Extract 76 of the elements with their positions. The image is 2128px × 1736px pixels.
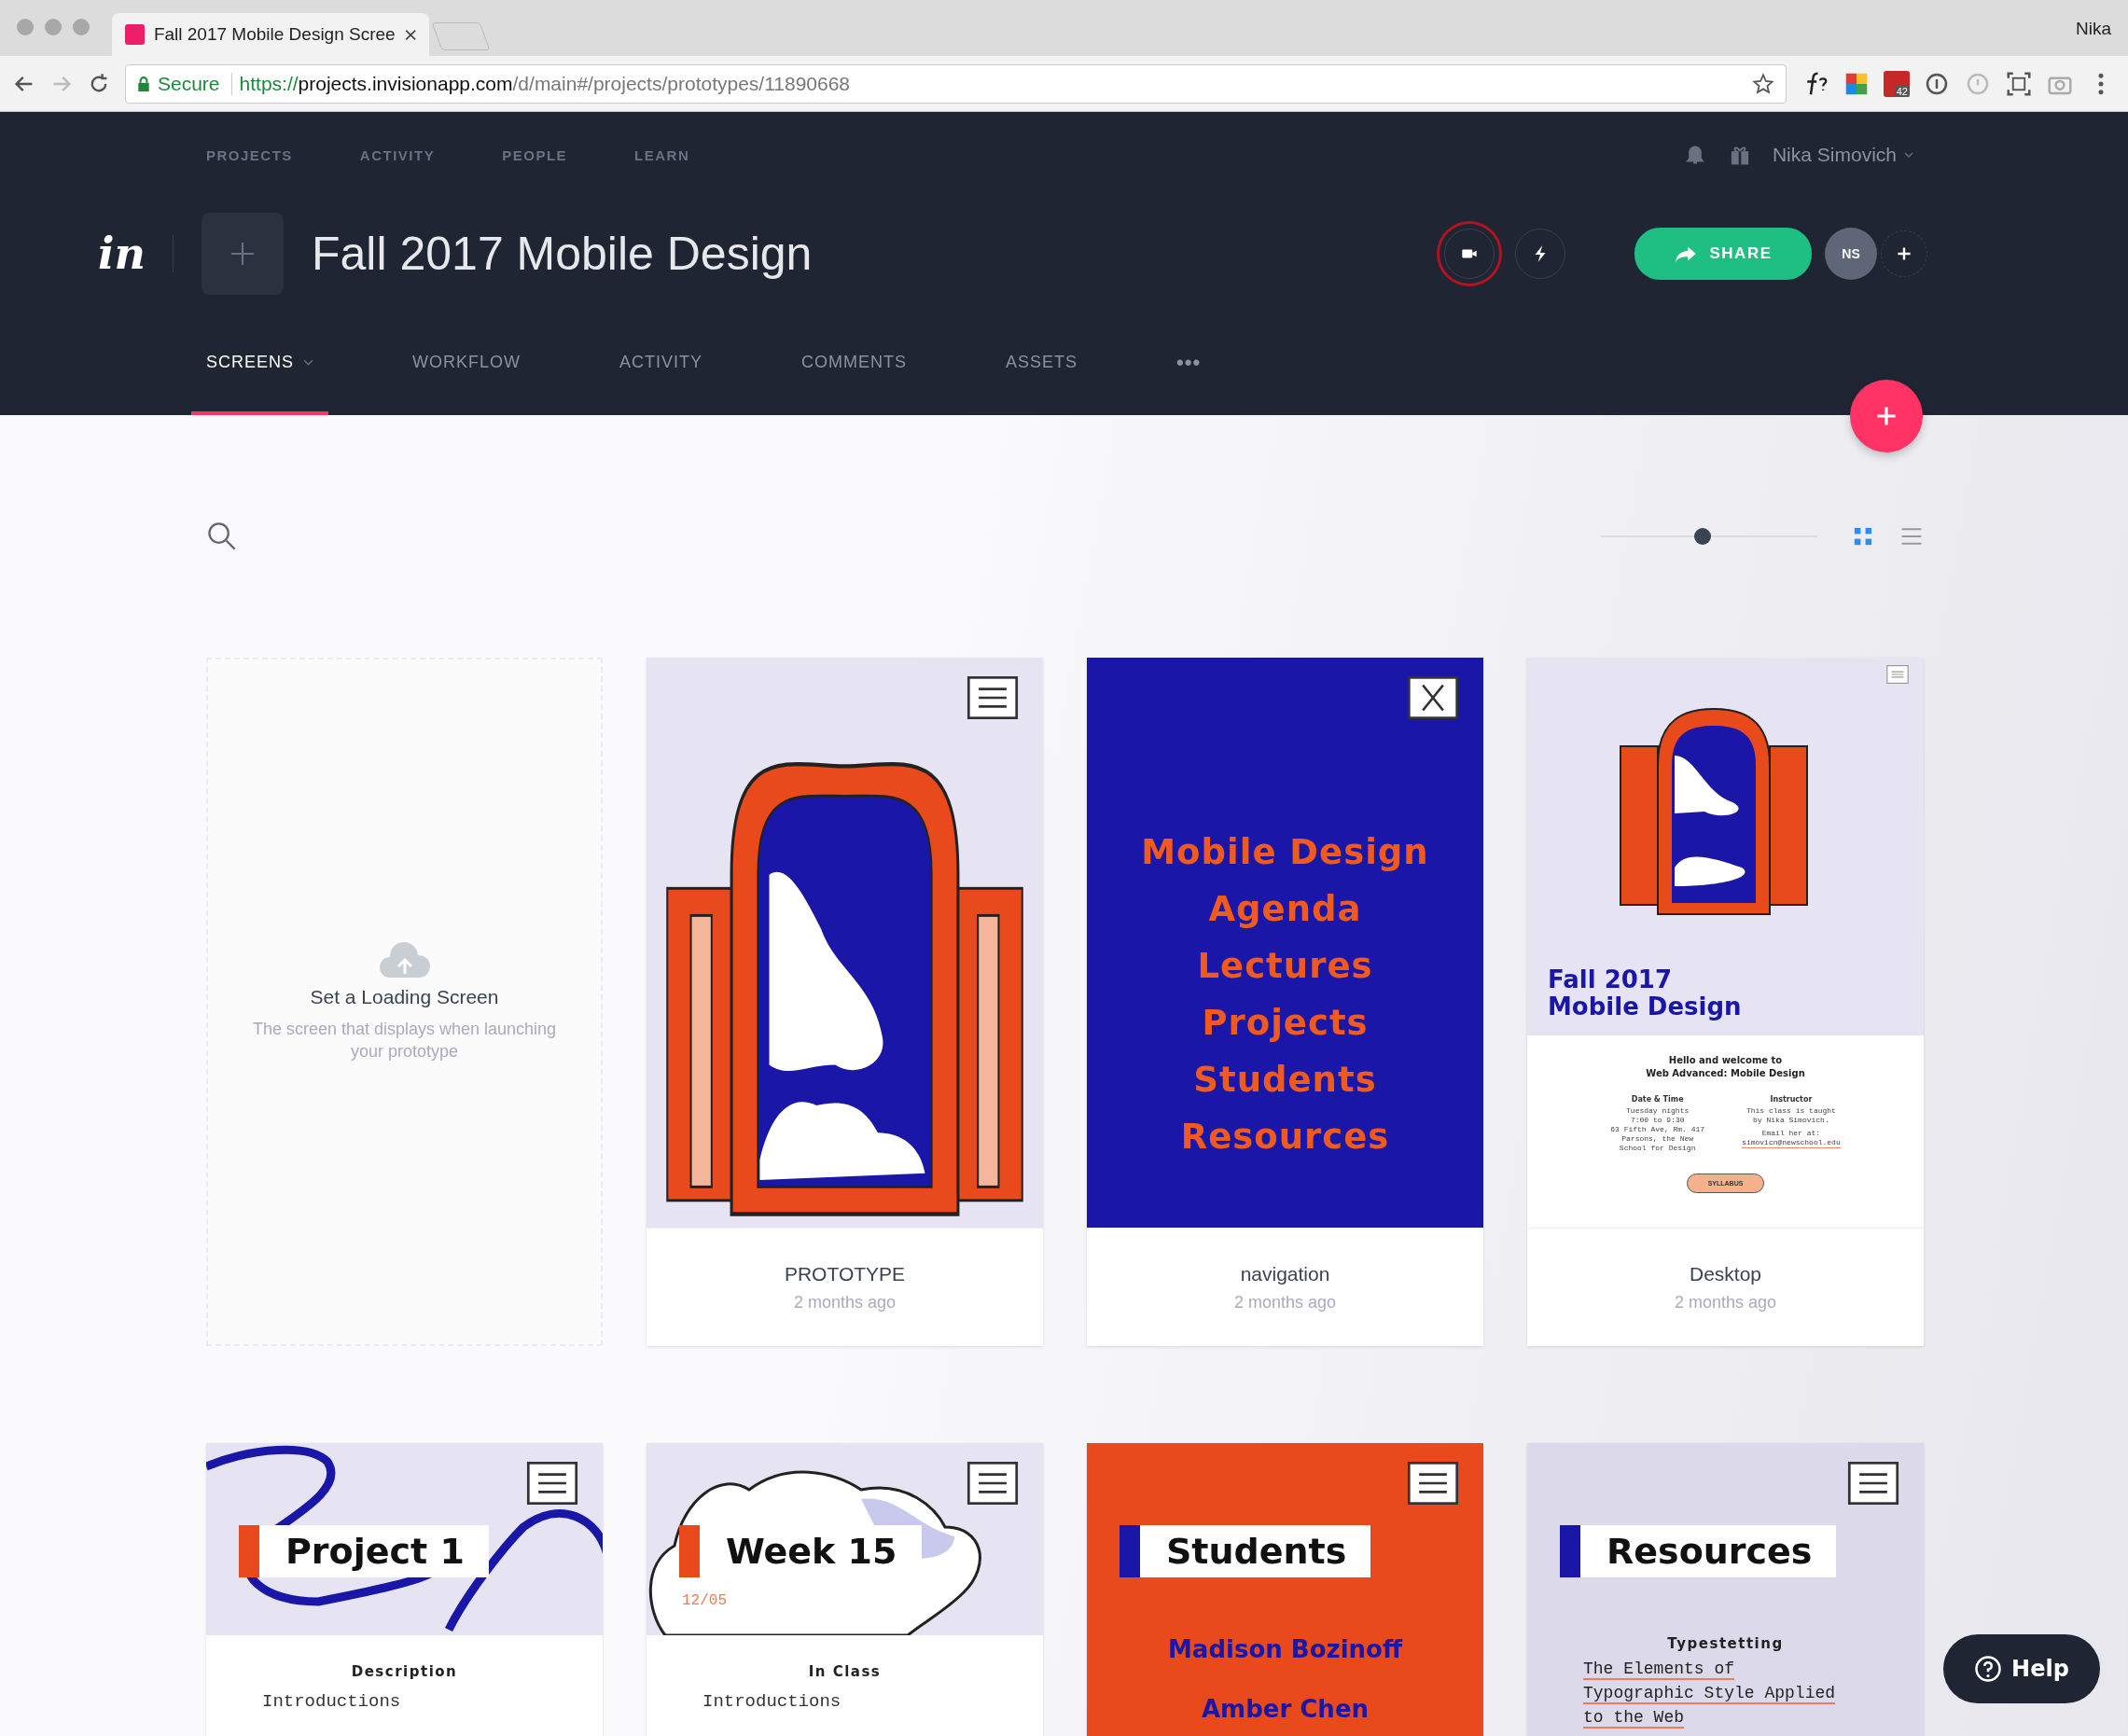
project-tab[interactable]: WORKFLOW bbox=[397, 310, 536, 415]
link-text: Typographic Style Applied bbox=[1583, 1684, 1836, 1704]
body-text: Madison Bozinoff bbox=[1168, 1635, 1402, 1663]
screen-card[interactable]: Students Madison Bozinoff Amber Chen bbox=[1087, 1443, 1483, 1736]
body-text: Introductions bbox=[262, 1691, 402, 1712]
body-text: Amber Chen bbox=[1201, 1695, 1370, 1723]
column-text: Tuesday nights 7:00 to 9:30 63 Fifth Ave, Rm. 417 Parsons, the New School for Design bbox=[1610, 1106, 1705, 1153]
welcome-text: Hello and welcome to Web Advanced: Mobile Design bbox=[1646, 1054, 1805, 1080]
menu-entry: Mobile Design bbox=[1141, 831, 1429, 872]
screen-card[interactable]: Mobile Design Agenda Lectures Projects Students Resources navigation 2 months ago bbox=[1087, 658, 1483, 1346]
menu-entry: Agenda bbox=[1208, 888, 1362, 929]
browser-tab[interactable]: Fall 2017 Mobile Design Scree bbox=[112, 13, 429, 56]
screen-time: 2 months ago bbox=[793, 1292, 897, 1312]
link-text: The Elements of bbox=[1583, 1660, 1735, 1680]
column-title: Date & Time bbox=[1631, 1095, 1684, 1104]
menu-entry: Resources bbox=[1180, 1116, 1390, 1157]
screen-card[interactable]: Week 15 12/05 In Class Introductions bbox=[647, 1443, 1043, 1736]
email-link: simovicn@newschool.edu bbox=[1742, 1138, 1841, 1148]
title-label: Students bbox=[1120, 1525, 1371, 1577]
menu-icon[interactable] bbox=[526, 1462, 578, 1505]
search-icon[interactable] bbox=[206, 521, 238, 552]
email-label: Email her at: bbox=[1761, 1129, 1821, 1138]
menu-icon[interactable] bbox=[967, 676, 1019, 719]
body-text: Introductions bbox=[702, 1691, 842, 1712]
menu-entry: Students bbox=[1193, 1059, 1377, 1100]
close-icon[interactable] bbox=[404, 28, 416, 41]
add-screen-button[interactable] bbox=[1850, 380, 1923, 452]
date-label: 12/05 bbox=[682, 1592, 727, 1609]
column-text: This class is taught by Nika Simovich. bbox=[1746, 1106, 1836, 1125]
caret-icon[interactable] bbox=[303, 359, 314, 366]
screen-name: Desktop bbox=[1689, 1262, 1761, 1285]
screen-card[interactable]: Project 1 Description Introductions bbox=[206, 1443, 603, 1736]
question-icon bbox=[1974, 1655, 2003, 1683]
loading-screen-card[interactable]: Set a Loading Screen The screen that displays when launching your prototype bbox=[206, 658, 603, 1346]
lock-icon bbox=[137, 76, 150, 91]
screen-name: navigation bbox=[1240, 1262, 1330, 1285]
section-title: In Class bbox=[807, 1663, 883, 1680]
help-button[interactable]: Help bbox=[1943, 1634, 2100, 1703]
user-menu[interactable]: Nika Simovich bbox=[1772, 144, 1913, 166]
menu-icon[interactable] bbox=[1407, 1462, 1459, 1505]
menu-icon[interactable] bbox=[1847, 1462, 1899, 1505]
section-title: Typestetting bbox=[1666, 1635, 1785, 1652]
loading-screen-title: Set a Loading Screen bbox=[310, 986, 499, 1008]
calendar-extension-icon[interactable]: 42 bbox=[1884, 70, 1910, 97]
menu-entry: Projects bbox=[1202, 1002, 1369, 1043]
link-text: to the Web bbox=[1583, 1708, 1685, 1729]
favicon-icon bbox=[125, 24, 145, 45]
title-label: Week 15 bbox=[679, 1525, 922, 1577]
address-bar[interactable]: Secure https://projects.invisionapp.com/d/main#/projects/prototypes/11890668 bbox=[125, 63, 1787, 104]
column-title: Instructor bbox=[1770, 1095, 1813, 1104]
plus-icon bbox=[229, 240, 257, 268]
project-title: Fall 2017 Mobile Design bbox=[312, 227, 814, 281]
screen-card[interactable]: PROTOTYPE 2 months ago bbox=[647, 658, 1043, 1346]
menu-entry: Lectures bbox=[1197, 945, 1373, 986]
more-menu[interactable]: ••• bbox=[1161, 310, 1217, 415]
screen-name: PROTOTYPE bbox=[784, 1262, 906, 1285]
title-label: Resources bbox=[1560, 1525, 1837, 1577]
zoom-slider[interactable] bbox=[1601, 527, 1817, 546]
loading-screen-description: The screen that displays when launching your prototype bbox=[251, 1019, 558, 1062]
screen-heading: Fall 2017 Mobile Design bbox=[1548, 966, 1742, 1021]
project-tab[interactable]: ACTIVITY bbox=[605, 310, 718, 415]
title-label: Project 1 bbox=[239, 1525, 489, 1577]
user-avatar[interactable]: NS bbox=[1825, 228, 1877, 280]
star-icon[interactable] bbox=[1752, 72, 1774, 95]
menu-icon[interactable] bbox=[967, 1462, 1019, 1505]
caret-icon[interactable] bbox=[1904, 152, 1913, 158]
project-tab[interactable]: ASSETS bbox=[991, 310, 1093, 415]
screen-time: 2 months ago bbox=[1674, 1292, 1777, 1312]
project-tab[interactable]: COMMENTS bbox=[786, 310, 923, 415]
screen-card[interactable]: Resources Typestetting The Elements of Typographic Style Applied to the Web bbox=[1527, 1443, 1924, 1736]
app-logo[interactable]: in bbox=[98, 229, 154, 279]
profile-name[interactable]: Nika bbox=[2076, 19, 2111, 39]
section-title: Description bbox=[350, 1663, 459, 1680]
screen-time: 2 months ago bbox=[1233, 1292, 1337, 1312]
screen-card[interactable] bbox=[1527, 658, 1924, 1346]
close-icon[interactable] bbox=[1407, 676, 1459, 719]
